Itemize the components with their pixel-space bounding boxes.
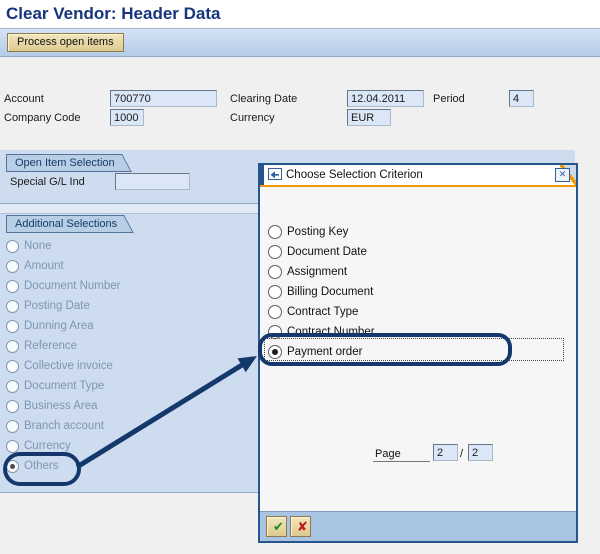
radio-button-icon: [6, 260, 19, 273]
radio-button-icon: [6, 380, 19, 393]
additional-selections-radio-group: None Amount Document Number Posting Date…: [6, 236, 121, 476]
option-label: Business Area: [24, 400, 98, 412]
dialog-left-accent: [260, 165, 264, 185]
option-label: Contract Type: [287, 306, 358, 318]
radio-button-icon: [268, 285, 282, 299]
company-code-field[interactable]: [110, 109, 144, 126]
radio-button-icon: [6, 240, 19, 253]
radio-button-icon: [268, 305, 282, 319]
page-separator: /: [460, 448, 463, 460]
option-label: Amount: [24, 260, 64, 272]
option-label: Billing Document: [287, 286, 373, 298]
option-label: Currency: [24, 440, 71, 452]
dialog-footer: ✔ ✘: [260, 511, 576, 541]
title-area: Clear Vendor: Header Data: [0, 0, 600, 28]
company-code-label: Company Code: [4, 112, 80, 124]
selection-option[interactable]: Document Number: [6, 276, 121, 296]
application-toolbar: Process open items: [0, 28, 600, 57]
sap-clear-vendor-screen: { "page": { "title": "Clear Vendor: Head…: [0, 0, 600, 554]
currency-label: Currency: [230, 112, 275, 124]
page-label-underline: [373, 461, 430, 462]
cancel-x-icon[interactable]: ✘: [290, 516, 311, 537]
dialog-title: Choose Selection Criterion: [286, 169, 423, 181]
option-label: Document Date: [287, 246, 367, 258]
option-label: Posting Date: [24, 300, 90, 312]
dialog-titlebar[interactable]: Choose Selection Criterion ✕: [260, 165, 576, 187]
page-current-field[interactable]: [433, 444, 458, 461]
selection-option[interactable]: Document Type: [6, 376, 121, 396]
account-field[interactable]: [110, 90, 217, 107]
page-total-field[interactable]: [468, 444, 493, 461]
open-item-selection-tab: Open Item Selection: [6, 154, 119, 172]
selection-option[interactable]: Dunning Area: [6, 316, 121, 336]
annotation-circle-payment-order: [258, 333, 512, 366]
radio-button-icon: [6, 360, 19, 373]
radio-button-icon: [6, 340, 19, 353]
clearing-date-label: Clearing Date: [230, 93, 297, 105]
option-label: Reference: [24, 340, 77, 352]
radio-button-icon: [6, 300, 19, 313]
option-label: Collective invoice: [24, 360, 113, 372]
dialog-window-icon: [268, 168, 282, 184]
selection-option[interactable]: Business Area: [6, 396, 121, 416]
annotation-circle-others: [3, 452, 81, 486]
account-label: Account: [4, 93, 44, 105]
period-label: Period: [433, 93, 465, 105]
option-label: Document Number: [24, 280, 121, 292]
option-label: Posting Key: [287, 226, 348, 238]
criterion-option[interactable]: Contract Type: [268, 302, 375, 322]
radio-button-icon: [6, 280, 19, 293]
radio-button-icon: [268, 245, 282, 259]
option-label: Dunning Area: [24, 320, 94, 332]
selection-option[interactable]: Branch account: [6, 416, 121, 436]
radio-button-icon: [268, 225, 282, 239]
selection-option[interactable]: Amount: [6, 256, 121, 276]
currency-field[interactable]: [347, 109, 391, 126]
additional-selections-tab: Additional Selections: [6, 215, 121, 233]
special-gl-label: Special G/L Ind: [10, 176, 85, 188]
option-label: Document Type: [24, 380, 104, 392]
radio-button-icon: [6, 420, 19, 433]
option-label: Branch account: [24, 420, 104, 432]
confirm-check-icon[interactable]: ✔: [266, 516, 287, 537]
radio-button-icon: [6, 440, 19, 453]
page-title: Clear Vendor: Header Data: [6, 4, 220, 24]
selection-option[interactable]: Collective invoice: [6, 356, 121, 376]
selection-option[interactable]: None: [6, 236, 121, 256]
criterion-option[interactable]: Assignment: [268, 262, 375, 282]
criterion-option[interactable]: Document Date: [268, 242, 375, 262]
criterion-option[interactable]: Posting Key: [268, 222, 375, 242]
clearing-date-field[interactable]: [347, 90, 424, 107]
selection-option[interactable]: Posting Date: [6, 296, 121, 316]
option-label: None: [24, 240, 52, 252]
option-label: Assignment: [287, 266, 347, 278]
special-gl-field[interactable]: [115, 173, 190, 190]
radio-button-icon: [268, 265, 282, 279]
selection-option[interactable]: Reference: [6, 336, 121, 356]
page-label: Page: [375, 448, 401, 460]
close-icon[interactable]: ✕: [555, 168, 570, 182]
period-field[interactable]: [509, 90, 534, 107]
criterion-option[interactable]: Billing Document: [268, 282, 375, 302]
radio-button-icon: [6, 400, 19, 413]
process-open-items-button[interactable]: Process open items: [7, 33, 124, 52]
radio-button-icon: [6, 320, 19, 333]
